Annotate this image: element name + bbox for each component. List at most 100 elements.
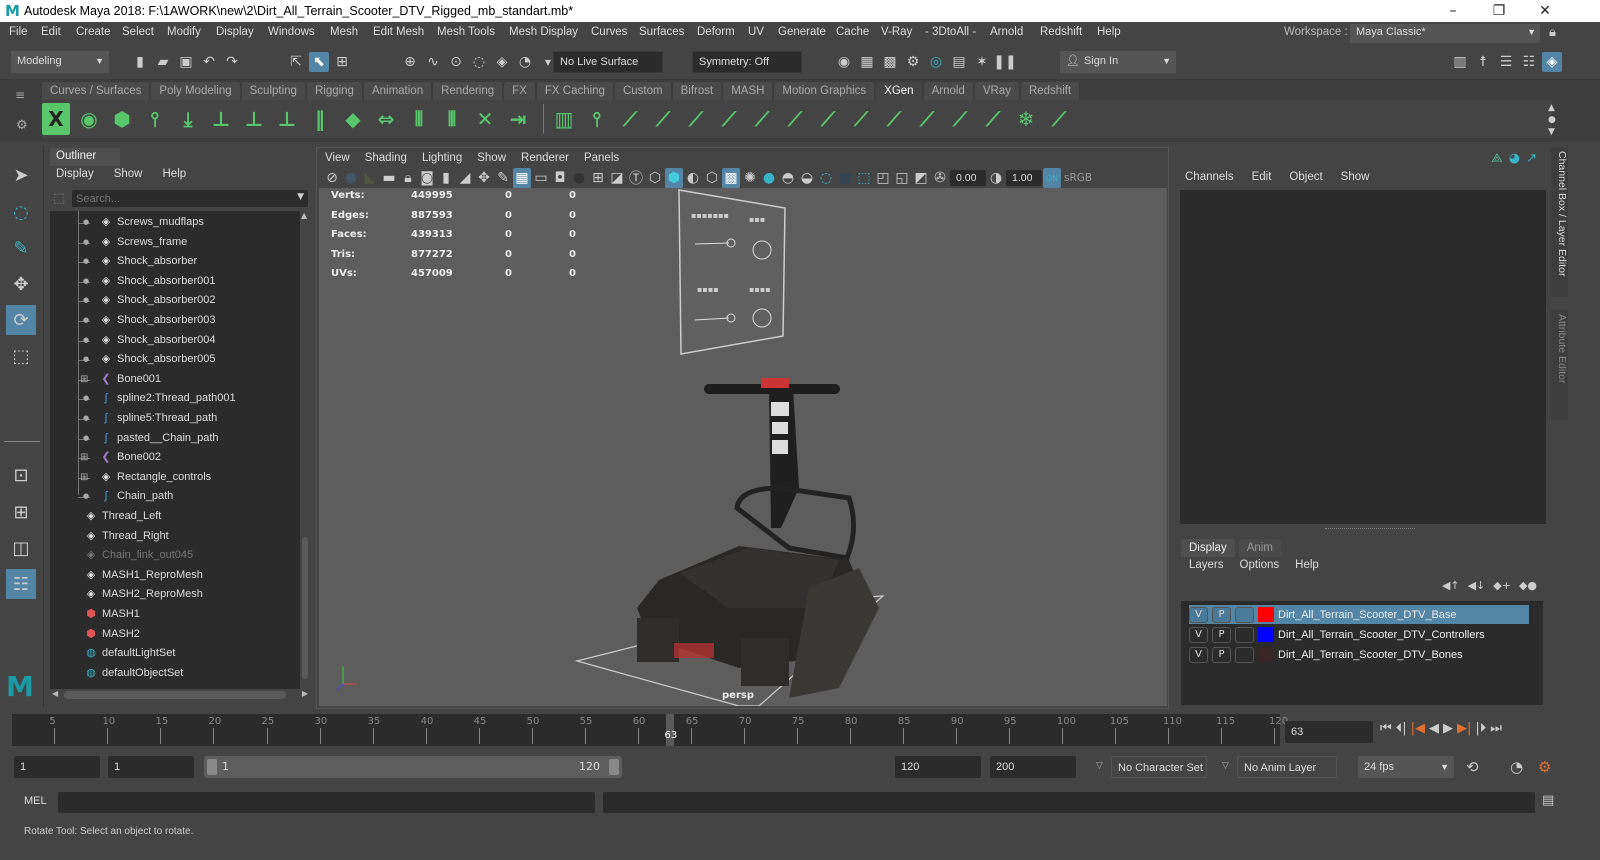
range-start-handle[interactable] [207, 759, 217, 775]
xgen-bound-icon[interactable]: ⫴ [438, 103, 466, 135]
outliner-menu-show[interactable]: Show [114, 168, 143, 180]
smooth-shade-icon[interactable]: ⬢ [665, 168, 683, 188]
outliner-item[interactable]: ❮ Bone002 [98, 448, 161, 467]
viewport-menu-shading[interactable]: Shading [365, 152, 407, 164]
groom-brush-comb-icon[interactable]: ⟋ [682, 103, 710, 135]
new-layer-icon[interactable]: ◆+ [1493, 579, 1511, 592]
command-input[interactable] [58, 792, 595, 813]
shelf-tab-animation[interactable]: Animation [363, 82, 432, 100]
outliner-search-field[interactable]: ▼ [72, 190, 308, 207]
outliner-search-input[interactable] [72, 190, 272, 207]
play-backwards-icon[interactable]: ◀ [1429, 721, 1439, 736]
single-perspective-layout-icon[interactable]: ⊡ [6, 460, 36, 490]
xray-joints-icon[interactable]: ◩ [912, 168, 930, 188]
xgen-place-guide-icon[interactable]: ⤓ [174, 103, 202, 135]
outliner-item[interactable]: ◈ Shock_absorber001 [98, 272, 216, 291]
shelf-tab-arnold[interactable]: Arnold [923, 82, 973, 100]
ipr-render-icon[interactable]: ▩ [880, 52, 900, 72]
shelf-tab-redshift[interactable]: Redshift [1020, 82, 1080, 100]
xgen-lock-guides-icon[interactable]: ⊥ [273, 103, 301, 135]
expand-icon[interactable]: ⊞ [80, 470, 88, 485]
shelf-tab-poly-modeling[interactable]: Poly Modeling [151, 82, 240, 100]
playback-start-field[interactable]: 1 [108, 756, 194, 778]
select-object-icon[interactable]: ⬉ [309, 52, 329, 72]
menu-cache[interactable]: Cache [836, 26, 869, 38]
live-surface-field[interactable]: No Live Surface [553, 51, 663, 73]
menu-curves[interactable]: Curves [591, 26, 627, 38]
panel-splitter[interactable] [1325, 528, 1415, 529]
sign-in-button[interactable]: 👤︎ Sign In ▼ [1060, 51, 1176, 73]
gate-mask-icon[interactable]: ● [570, 168, 588, 188]
animation-start-field[interactable]: 1 [14, 756, 100, 778]
menu-modify[interactable]: Modify [167, 26, 201, 38]
xgen-select-tool-icon[interactable]: ⫴ [405, 103, 433, 135]
character-set-dropdown[interactable]: No Character Set [1111, 756, 1207, 778]
undo-icon[interactable]: ↶ [199, 52, 219, 72]
expand-icon[interactable]: ⊞ [80, 450, 88, 465]
render-view-icon[interactable]: ◉ [834, 52, 854, 72]
step-back-frame-icon[interactable]: ⏴︎| [1396, 721, 1407, 736]
menu-surfaces[interactable]: Surfaces [639, 26, 684, 38]
menu-help[interactable]: Help [1097, 26, 1121, 38]
groom-brush-noise-icon[interactable]: ⟋ [913, 103, 941, 135]
layer-color-swatch[interactable] [1258, 627, 1274, 642]
xray-icon[interactable]: ◰ [874, 168, 892, 188]
xgen-select-guides-icon[interactable]: ⊥ [240, 103, 268, 135]
film-gate-icon[interactable]: ▭ [532, 168, 550, 188]
outliner-horizontal-scrollbar[interactable]: ◀ ▶ [50, 689, 308, 701]
open-scene-icon[interactable]: ▰ [153, 52, 173, 72]
shelf-tab-bifrost[interactable]: Bifrost [672, 82, 722, 100]
outliner-item[interactable]: ◈ Shock_absorber005 [98, 350, 216, 369]
groom-brush-length-icon[interactable]: ⟋ [880, 103, 908, 135]
wireframe-icon[interactable]: ⬡ [646, 168, 664, 188]
select-component-icon[interactable]: ⊞ [332, 52, 352, 72]
layer-playback-toggle[interactable]: P [1212, 606, 1231, 623]
menu-redshift[interactable]: Redshift [1040, 26, 1082, 38]
shelf-tab-fx-caching[interactable]: FX Caching [536, 82, 613, 100]
groom-brush-comb2-icon[interactable]: ⟋ [814, 103, 842, 135]
outliner-item[interactable]: ⬢ MASH2 [83, 625, 140, 644]
resolution-gate-icon[interactable]: ◘ [551, 168, 569, 188]
screen-space-ao-icon[interactable]: ◓ [779, 168, 797, 188]
xgen-delete-guides-icon[interactable]: ✕ [471, 103, 499, 135]
outliner-item[interactable]: ◈ Shock_absorber003 [98, 311, 216, 330]
textured-icon[interactable]: ▩ [722, 168, 740, 188]
fps-dropdown[interactable]: 24 fps ▼ [1358, 756, 1454, 778]
layer-display-type-toggle[interactable] [1235, 646, 1254, 663]
use-all-lights-icon[interactable]: ✺ [741, 168, 759, 188]
redo-icon[interactable]: ↷ [222, 52, 242, 72]
viewport-menu-show[interactable]: Show [477, 152, 506, 164]
filter-icon[interactable]: ⬚ [53, 191, 65, 206]
xgen-convert-icon[interactable]: ⇥ [504, 103, 532, 135]
xgen-interactive-groom-editor-icon[interactable]: ▥ [550, 103, 578, 135]
shadows-icon[interactable]: ● [760, 168, 778, 188]
workspace-dropdown[interactable]: Maya Classic* ▼ [1350, 24, 1540, 43]
shelf-menu-icon[interactable]: ≡ [15, 88, 25, 102]
step-forward-key-icon[interactable]: ▶| [1457, 721, 1471, 736]
outliner-item[interactable]: ◈ Shock_absorber [98, 252, 197, 271]
menu-mesh[interactable]: Mesh [330, 26, 358, 38]
safe-title-icon[interactable]: Ⓣ [627, 168, 645, 188]
viewport-menu-view[interactable]: View [325, 152, 350, 164]
render-frame-icon[interactable]: ▦ [857, 52, 877, 72]
xgen-flip-icon[interactable]: ⇔ [372, 103, 400, 135]
command-language-label[interactable]: MEL [24, 795, 47, 807]
channel-box-menu-show[interactable]: Show [1341, 171, 1370, 183]
menu-arnold[interactable]: Arnold [990, 26, 1023, 38]
snap-point-icon[interactable]: ⊙ [446, 52, 466, 72]
layer-menu-layers[interactable]: Layers [1189, 559, 1224, 571]
groom-brush-select-icon[interactable]: ⟋ [1045, 103, 1073, 135]
manipulator-icon[interactable]: ⟁ [1491, 151, 1503, 166]
anti-aliasing-icon[interactable]: ◌ [817, 168, 835, 188]
menu-edit[interactable]: Edit [41, 26, 61, 38]
shelf-tab-sculpting[interactable]: Sculpting [241, 82, 305, 100]
character-controls-icon[interactable]: ☨ [1473, 52, 1493, 72]
shelf-tab-motion-graphics[interactable]: Motion Graphics [774, 82, 875, 100]
side-tab-attribute-editor[interactable]: Attribute Editor [1551, 310, 1568, 420]
groom-brush-freeze-icon[interactable]: ❄ [1012, 103, 1040, 135]
attribute-editor-toggle-icon[interactable]: ☰ [1496, 52, 1516, 72]
groom-brush-add-icon[interactable]: ⟋ [616, 103, 644, 135]
grid-icon[interactable]: ▦ [513, 168, 531, 188]
menu-mesh-display[interactable]: Mesh Display [509, 26, 578, 38]
snap-surface-icon[interactable]: ◈ [492, 52, 512, 72]
